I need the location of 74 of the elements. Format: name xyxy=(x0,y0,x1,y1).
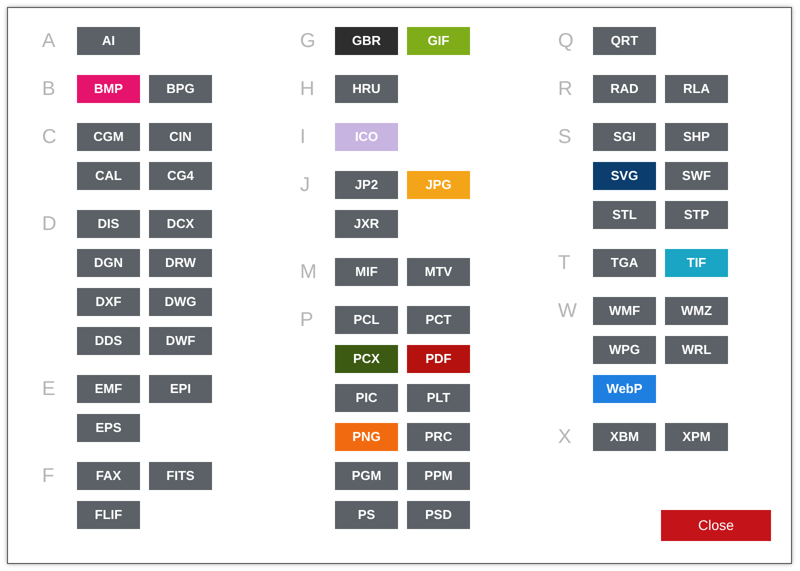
format-tag[interactable]: CAL xyxy=(77,162,140,190)
format-tag[interactable]: EPS xyxy=(77,414,140,442)
group-letter: J xyxy=(300,173,311,198)
format-tag[interactable]: EMF xyxy=(77,375,140,403)
format-tag[interactable]: DDS xyxy=(77,327,140,355)
format-tag[interactable]: SVG xyxy=(593,162,656,190)
group-letter: D xyxy=(42,212,58,237)
format-tag[interactable]: HRU xyxy=(335,75,398,103)
format-tag[interactable]: PLT xyxy=(407,384,470,412)
format-tag[interactable]: FITS xyxy=(149,462,212,490)
format-tag[interactable]: DWF xyxy=(149,327,212,355)
format-tag[interactable]: BPG xyxy=(149,75,212,103)
group-letter: W xyxy=(558,299,578,324)
format-tag[interactable]: CGM xyxy=(77,123,140,151)
format-tag[interactable]: JP2 xyxy=(335,171,398,199)
format-tag[interactable]: MIF xyxy=(335,258,398,286)
format-tag[interactable]: PDF xyxy=(407,345,470,373)
group-letter: T xyxy=(558,251,572,276)
format-tag[interactable]: FLIF xyxy=(77,501,140,529)
format-tag[interactable]: WMZ xyxy=(665,297,728,325)
format-tag[interactable]: DCX xyxy=(149,210,212,238)
format-tag[interactable]: STP xyxy=(665,201,728,229)
format-tag[interactable]: WPG xyxy=(593,336,656,364)
format-tag[interactable]: DWG xyxy=(149,288,212,316)
format-tag[interactable]: GBR xyxy=(335,27,398,55)
group-letter: X xyxy=(558,425,572,450)
format-tag[interactable]: PCX xyxy=(335,345,398,373)
group-letter: H xyxy=(300,77,316,102)
group-letter: I xyxy=(300,125,307,150)
format-tag[interactable]: FAX xyxy=(77,462,140,490)
format-tag[interactable]: EPI xyxy=(149,375,212,403)
format-tag[interactable]: PSD xyxy=(407,501,470,529)
group-letter: B xyxy=(42,77,56,102)
format-tag[interactable]: WMF xyxy=(593,297,656,325)
group-letter: F xyxy=(42,464,56,489)
format-tag[interactable]: CIN xyxy=(149,123,212,151)
format-tag[interactable]: SGI xyxy=(593,123,656,151)
format-tag[interactable]: RLA xyxy=(665,75,728,103)
format-tag[interactable]: DGN xyxy=(77,249,140,277)
format-tag[interactable]: PCT xyxy=(407,306,470,334)
format-tag[interactable]: RAD xyxy=(593,75,656,103)
group-letter: R xyxy=(558,77,574,102)
format-tag[interactable]: JXR xyxy=(335,210,398,238)
format-tag[interactable]: PS xyxy=(335,501,398,529)
format-tag[interactable]: PIC xyxy=(335,384,398,412)
format-tag[interactable]: PPM xyxy=(407,462,470,490)
format-tag[interactable]: WebP xyxy=(593,375,656,403)
format-tag[interactable]: PCL xyxy=(335,306,398,334)
format-tag[interactable]: AI xyxy=(77,27,140,55)
format-tag[interactable]: TGA xyxy=(593,249,656,277)
format-tag[interactable]: XPM xyxy=(665,423,728,451)
format-tag[interactable]: WRL xyxy=(665,336,728,364)
format-tag[interactable]: DXF xyxy=(77,288,140,316)
format-tag[interactable]: XBM xyxy=(593,423,656,451)
group-letter: S xyxy=(558,125,572,150)
format-tag[interactable]: STL xyxy=(593,201,656,229)
group-letter: P xyxy=(300,308,314,333)
format-tag[interactable]: DIS xyxy=(77,210,140,238)
group-letter: M xyxy=(300,260,318,285)
group-letter: A xyxy=(42,29,56,54)
format-tag[interactable]: BMP xyxy=(77,75,140,103)
group-letter: E xyxy=(42,377,56,402)
group-letter: G xyxy=(300,29,317,54)
group-letter: C xyxy=(42,125,58,150)
format-tag[interactable]: SWF xyxy=(665,162,728,190)
group-letter: Q xyxy=(558,29,575,54)
format-tag[interactable]: DRW xyxy=(149,249,212,277)
format-tag[interactable]: PGM xyxy=(335,462,398,490)
format-tag[interactable]: QRT xyxy=(593,27,656,55)
format-tag[interactable]: SHP xyxy=(665,123,728,151)
format-tag[interactable]: MTV xyxy=(407,258,470,286)
close-button[interactable]: Close xyxy=(661,510,771,541)
format-tag[interactable]: PRC xyxy=(407,423,470,451)
format-tag[interactable]: CG4 xyxy=(149,162,212,190)
